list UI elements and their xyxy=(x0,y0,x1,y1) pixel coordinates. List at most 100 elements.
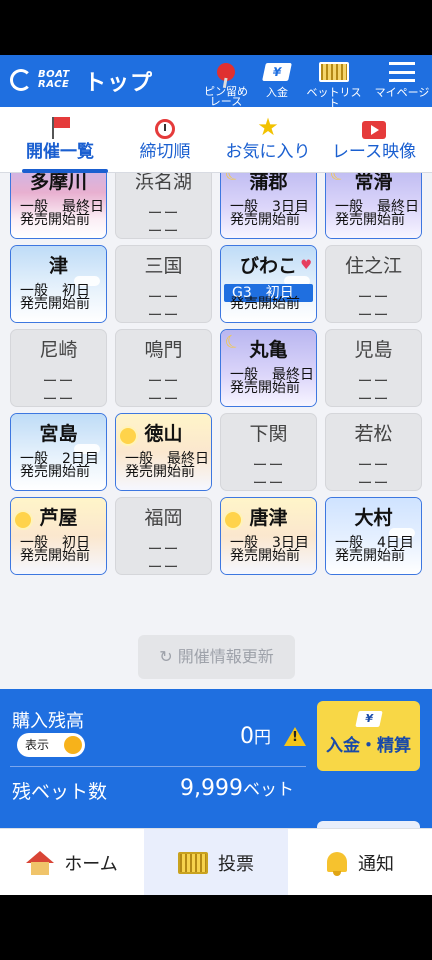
no-race-dash: ーー xyxy=(147,222,180,239)
deposit-settle-label: 入金・精算 xyxy=(326,736,411,756)
bet-list-button[interactable]: ベットリスト xyxy=(304,57,364,110)
no-race-dash: ーー xyxy=(357,390,390,407)
venue-tile[interactable]: 鳴門 ーー ーー xyxy=(115,329,212,407)
boatrace-logo[interactable]: BOAT RACE xyxy=(10,65,70,95)
deposit-header-label: 入金 xyxy=(266,86,288,99)
deposit-header-button[interactable]: ¥ 入金 xyxy=(247,57,307,107)
sales-status: 発売開始前 xyxy=(20,296,90,312)
venue-name: 尼崎 xyxy=(39,339,78,361)
bets-label: 残ベット数 xyxy=(12,781,108,803)
balance-panel: 購入残高 表示 0円 残ベット数 9,999ベット ¥ 入金・精算 xyxy=(0,689,432,829)
no-race-dash: ーー xyxy=(147,540,180,558)
tab-deadline[interactable]: 締切順 xyxy=(123,107,207,173)
app-screen: BOAT RACE トップ ピン留め レース ¥ 入金 ベットリスト マイページ… xyxy=(0,55,432,895)
tab-favorites[interactable]: ★ お気に入り xyxy=(220,107,316,173)
balance-amount: 0円 xyxy=(240,723,271,749)
venue-tile[interactable]: 若松 ーー ーー xyxy=(325,413,422,491)
tab-bar: 開催一覧 締切順 ★ お気に入り レース映像 xyxy=(0,107,432,173)
no-race-dash: ーー xyxy=(357,456,390,474)
tab-deadline-label: 締切順 xyxy=(139,142,191,162)
bottom-nav: ホーム 投票 通知 xyxy=(0,828,432,895)
no-race-dash: ーー xyxy=(147,558,180,575)
venue-name: 浜名湖 xyxy=(134,173,192,193)
venue-tile[interactable]: 大村 一般 4日目 発売開始前 xyxy=(325,497,422,575)
sales-status: 発売開始前 xyxy=(230,548,300,564)
no-race-dash: ーー xyxy=(42,390,75,407)
bets-count-value: 9,999 xyxy=(180,776,243,801)
venue-tile[interactable]: 児島 ーー ーー xyxy=(325,329,422,407)
venue-tile[interactable]: ☾ 丸亀 一般 最終日 発売開始前 xyxy=(220,329,317,407)
balance-visibility-toggle[interactable]: 表示 xyxy=(17,733,85,757)
page-title: トップ xyxy=(84,71,154,96)
no-race-dash: ーー xyxy=(357,372,390,390)
warning-icon[interactable] xyxy=(284,727,306,746)
venue-tile[interactable]: 唐津 一般 3日目 発売開始前 xyxy=(220,497,317,575)
venue-tile[interactable]: 尼崎 ーー ーー xyxy=(10,329,107,407)
venue-name: 鳴門 xyxy=(144,339,183,361)
venue-tile[interactable]: ☾ 蒲郡 一般 3日目 発売開始前 xyxy=(220,173,317,239)
tab-race-video[interactable]: レース映像 xyxy=(326,107,422,173)
venue-name: 若松 xyxy=(354,423,393,445)
sales-status: 発売開始前 xyxy=(20,464,90,480)
nav-notifications[interactable]: 通知 xyxy=(288,829,432,895)
venue-tile[interactable]: 徳山 一般 最終日 発売開始前 xyxy=(115,413,212,491)
venue-tile[interactable]: 浜名湖 ーー ーー xyxy=(115,173,212,239)
nav-home-label: ホーム xyxy=(64,853,118,875)
no-race-dash: ーー xyxy=(147,372,180,390)
venue-name: 多摩川 xyxy=(29,173,87,193)
venue-tile[interactable]: 住之江 ーー ーー xyxy=(325,245,422,323)
venue-tile[interactable]: びわこ ♥ G3 初日 発売開始前 xyxy=(220,245,317,323)
home-icon xyxy=(26,850,55,875)
venue-name: 大村 xyxy=(354,507,393,529)
no-race-dash: ーー xyxy=(357,306,390,323)
no-race-dash: ーー xyxy=(357,288,390,306)
no-race-dash: ーー xyxy=(252,456,285,474)
bet-list-label: ベットリスト xyxy=(306,86,362,110)
tab-schedule-label: 開催一覧 xyxy=(26,142,94,162)
pin-icon xyxy=(214,60,238,84)
venue-name: 三国 xyxy=(144,255,183,277)
venue-name: 徳山 xyxy=(144,423,183,445)
no-race-dash: ーー xyxy=(357,474,390,491)
venue-name: 下関 xyxy=(249,423,288,445)
nav-vote[interactable]: 投票 xyxy=(144,829,288,895)
sales-status: 発売開始前 xyxy=(20,212,90,228)
sales-status: 発売開始前 xyxy=(125,464,195,480)
venue-tile[interactable]: 芦屋 一般 初日 発売開始前 xyxy=(10,497,107,575)
balance-amount-value: 0 xyxy=(240,724,254,749)
nav-home[interactable]: ホーム xyxy=(0,829,144,895)
sales-status: 発売開始前 xyxy=(230,212,300,228)
refresh-info-button[interactable]: ↻ 開催情報更新 xyxy=(138,635,295,679)
balance-title: 購入残高 xyxy=(12,711,84,732)
venue-tile[interactable]: 福岡 ーー ーー xyxy=(115,497,212,575)
venue-tile[interactable]: 宮島 一般 2日目 発売開始前 xyxy=(10,413,107,491)
sales-status: 発売開始前 xyxy=(230,380,300,396)
app-header: BOAT RACE トップ ピン留め レース ¥ 入金 ベットリスト マイページ xyxy=(0,55,432,110)
flag-icon xyxy=(50,117,70,139)
bet-list-icon xyxy=(319,62,349,82)
venue-tile[interactable]: 三国 ーー ーー xyxy=(115,245,212,323)
venue-name: 唐津 xyxy=(249,507,288,529)
deposit-settle-button[interactable]: ¥ 入金・精算 xyxy=(317,701,420,771)
refresh-label: 開催情報更新 xyxy=(177,647,274,666)
no-race-dash: ーー xyxy=(147,390,180,407)
venue-name: 宮島 xyxy=(39,423,78,445)
venue-tile[interactable]: 多摩川 一般 最終日 発売開始前 xyxy=(10,173,107,239)
brand-line-2: RACE xyxy=(38,79,70,90)
mypage-label: マイページ xyxy=(374,86,430,99)
tab-race-video-label: レース映像 xyxy=(331,142,417,162)
balance-amount-unit: 円 xyxy=(254,728,271,748)
clock-icon xyxy=(155,119,175,139)
sales-status: 発売開始前 xyxy=(230,296,300,312)
mypage-button[interactable]: マイページ xyxy=(372,57,432,107)
sales-status: 発売開始前 xyxy=(335,212,405,228)
tab-favorites-label: お気に入り xyxy=(225,142,311,162)
sales-status: 発売開始前 xyxy=(335,548,405,564)
balance-divider xyxy=(10,766,306,767)
tab-schedule[interactable]: 開催一覧 xyxy=(10,107,110,173)
venue-tile[interactable]: ☾ 常滑 一般 最終日 発売開始前 xyxy=(325,173,422,239)
venue-tile[interactable]: 下関 ーー ーー xyxy=(220,413,317,491)
bets-count-unit: ベット xyxy=(242,780,294,800)
venue-tile[interactable]: 津一般 初日 発売開始前 xyxy=(10,245,107,323)
toggle-label: 表示 xyxy=(25,738,50,752)
